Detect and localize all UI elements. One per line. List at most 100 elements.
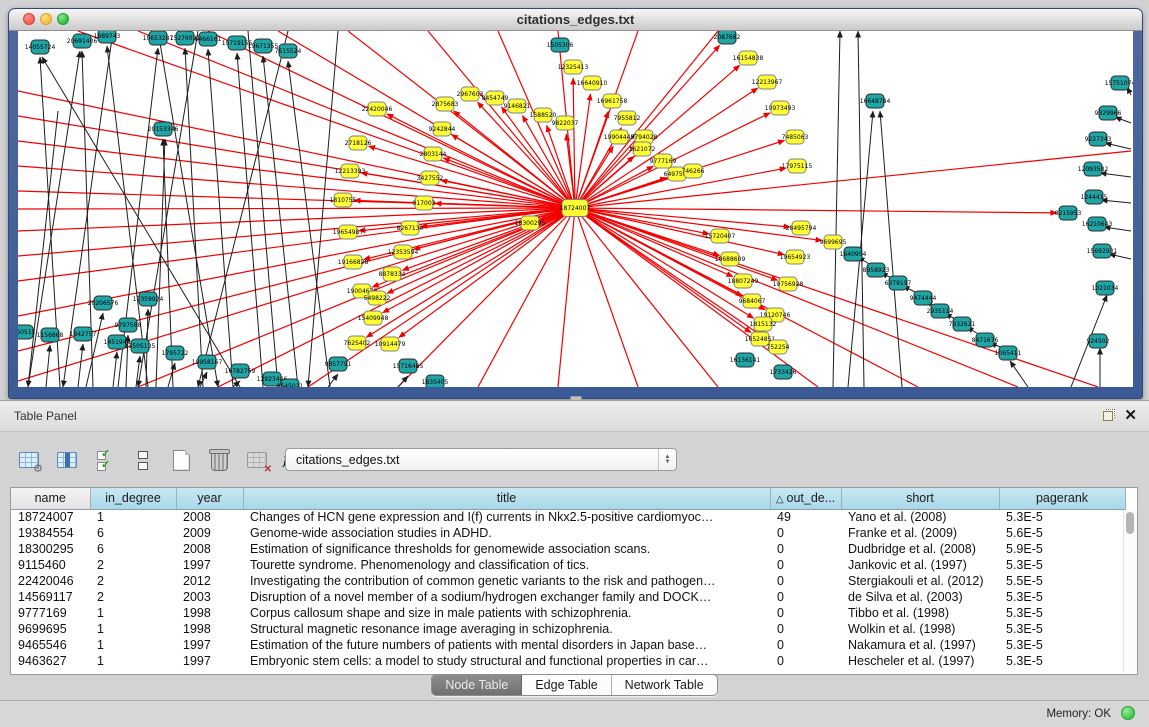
table-row[interactable]: 1456911722003Disruption of a novel membe…	[11, 589, 1125, 605]
table-cell[interactable]: 22420046	[11, 573, 90, 589]
table-cell[interactable]: 2	[90, 573, 176, 589]
table-cell[interactable]: 1	[90, 605, 176, 621]
table-cell[interactable]: Disruption of a novel member of a sodium…	[243, 589, 770, 605]
table-selector-combobox[interactable]: citations_edges.txt ▲▼	[285, 448, 677, 471]
table-cell[interactable]: Corpus callosum shape and size in male p…	[243, 605, 770, 621]
table-cell[interactable]: 1	[90, 653, 176, 669]
table-cell[interactable]: Structural magnetic resonance image aver…	[243, 621, 770, 637]
table-row[interactable]: 2242004622012Investigating the contribut…	[11, 573, 1125, 589]
table-cell[interactable]: Hescheler et al. (1997)	[841, 653, 999, 669]
create-column-icon[interactable]	[168, 448, 194, 472]
table-cell[interactable]: 1	[90, 621, 176, 637]
tab-node-table[interactable]: Node Table	[432, 675, 522, 695]
table-cell[interactable]: 1997	[176, 557, 243, 573]
table-cell[interactable]: 6	[90, 525, 176, 541]
table-cell[interactable]: 5.3E-5	[999, 621, 1125, 637]
table-row[interactable]: 911546021997Tourette syndrome. Phenomeno…	[11, 557, 1125, 573]
network-canvas[interactable]: 1232541316640910169617587955812199044439…	[18, 31, 1133, 387]
table-cell[interactable]: Wolkin et al. (1998)	[841, 621, 999, 637]
table-cell[interactable]: 19384554	[11, 525, 90, 541]
table-cell[interactable]: 6	[90, 541, 176, 557]
delete-column-icon[interactable]	[206, 448, 232, 472]
close-icon[interactable]: ✕	[1124, 406, 1137, 424]
table-cell[interactable]: Franke et al. (2009)	[841, 525, 999, 541]
table-cell[interactable]: de Silva et al. (2003)	[841, 589, 999, 605]
table-row[interactable]: 1830029562008Estimation of significance …	[11, 541, 1125, 557]
column-header-out_de[interactable]: △out_de...	[770, 488, 841, 509]
table-cell[interactable]: Tourette syndrome. Phenomenology and cla…	[243, 557, 770, 573]
table-cell[interactable]: Estimation of significance thresholds fo…	[243, 541, 770, 557]
window-titlebar[interactable]: citations_edges.txt	[9, 9, 1142, 31]
table-cell[interactable]: 2	[90, 557, 176, 573]
table-cell[interactable]: Dudbridge et al. (2008)	[841, 541, 999, 557]
table-cell[interactable]: 2009	[176, 525, 243, 541]
table-cell[interactable]: Genome-wide association studies in ADHD.	[243, 525, 770, 541]
table-row[interactable]: 946554611997Estimation of the future num…	[11, 637, 1125, 653]
tab-edge-table[interactable]: Edge Table	[522, 675, 611, 695]
table-cell[interactable]: Tibbo et al. (1998)	[841, 605, 999, 621]
table-cell[interactable]: 1	[90, 509, 176, 525]
table-cell[interactable]: 5.3E-5	[999, 509, 1125, 525]
table-cell[interactable]: Yano et al. (2008)	[841, 509, 999, 525]
table-cell[interactable]: Embryonic stem cells: a model to study s…	[243, 653, 770, 669]
table-cell[interactable]: 5.3E-5	[999, 653, 1125, 669]
table-cell[interactable]: 9115460	[11, 557, 90, 573]
table-cell[interactable]: 5.3E-5	[999, 557, 1125, 573]
scrollbar-thumb[interactable]	[1126, 512, 1134, 534]
table-cell[interactable]: 5.3E-5	[999, 589, 1125, 605]
select-all-icon[interactable]: ✓✓	[92, 448, 118, 472]
table-cell[interactable]: 5.3E-5	[999, 605, 1125, 621]
table-cell[interactable]: 0	[770, 605, 841, 621]
table-cell[interactable]: 2008	[176, 509, 243, 525]
table-cell[interactable]: Changes of HCN gene expression and I(f) …	[243, 509, 770, 525]
tab-network-table[interactable]: Network Table	[612, 675, 717, 695]
table-row[interactable]: 946362711997Embryonic stem cells: a mode…	[11, 653, 1125, 669]
table-cell[interactable]: 1	[90, 637, 176, 653]
table-cell[interactable]: 2	[90, 589, 176, 605]
table-cell[interactable]: Investigating the contribution of common…	[243, 573, 770, 589]
table-cell[interactable]: 2008	[176, 541, 243, 557]
table-cell[interactable]: 2012	[176, 573, 243, 589]
table-cell[interactable]: 18724007	[11, 509, 90, 525]
table-cell[interactable]: 9699695	[11, 621, 90, 637]
show-columns-icon[interactable]	[54, 448, 80, 472]
table-cell[interactable]: 1998	[176, 621, 243, 637]
table-cell[interactable]: Nakamura et al. (1997)	[841, 637, 999, 653]
table-cell[interactable]: Stergiakouli et al. (2012)	[841, 573, 999, 589]
table-row[interactable]: 977716911998Corpus callosum shape and si…	[11, 605, 1125, 621]
table-cell[interactable]: 0	[770, 573, 841, 589]
table-cell[interactable]: 0	[770, 621, 841, 637]
table-cell[interactable]: 2003	[176, 589, 243, 605]
clear-selection-icon[interactable]	[130, 448, 156, 472]
column-header-in_degree[interactable]: in_degree	[90, 488, 176, 509]
table-cell[interactable]: 1998	[176, 605, 243, 621]
table-cell[interactable]: 14569117	[11, 589, 90, 605]
table-cell[interactable]: 49	[770, 509, 841, 525]
table-cell[interactable]: 0	[770, 589, 841, 605]
table-cell[interactable]: 1997	[176, 653, 243, 669]
table-cell[interactable]: Estimation of the future numbers of pati…	[243, 637, 770, 653]
column-header-name[interactable]: name	[11, 488, 90, 509]
table-cell[interactable]: Jankovic et al. (1997)	[841, 557, 999, 573]
table-cell[interactable]: 0	[770, 557, 841, 573]
vertical-scrollbar[interactable]	[1123, 510, 1137, 673]
table-cell[interactable]: 5.6E-5	[999, 525, 1125, 541]
table-cell[interactable]: 5.3E-5	[999, 637, 1125, 653]
table-cell[interactable]: 9463627	[11, 653, 90, 669]
column-header-year[interactable]: year	[176, 488, 243, 509]
column-header-title[interactable]: title	[243, 488, 770, 509]
table-cell[interactable]: 9777169	[11, 605, 90, 621]
table-cell[interactable]: 0	[770, 525, 841, 541]
table-cell[interactable]: 1997	[176, 637, 243, 653]
float-window-icon[interactable]	[1103, 409, 1115, 421]
table-cell[interactable]: 0	[770, 541, 841, 557]
table-row[interactable]: 969969511998Structural magnetic resonanc…	[11, 621, 1125, 637]
table-row[interactable]: 1938455462009Genome-wide association stu…	[11, 525, 1125, 541]
table-cell[interactable]: 0	[770, 637, 841, 653]
table-mode-icon[interactable]: ⚙	[16, 448, 42, 472]
table-row[interactable]: 1872400712008Changes of HCN gene express…	[11, 509, 1125, 525]
table-cell[interactable]: 18300295	[11, 541, 90, 557]
table-cell[interactable]: 5.5E-5	[999, 573, 1125, 589]
column-header-short[interactable]: short	[841, 488, 999, 509]
table-cell[interactable]: 0	[770, 653, 841, 669]
